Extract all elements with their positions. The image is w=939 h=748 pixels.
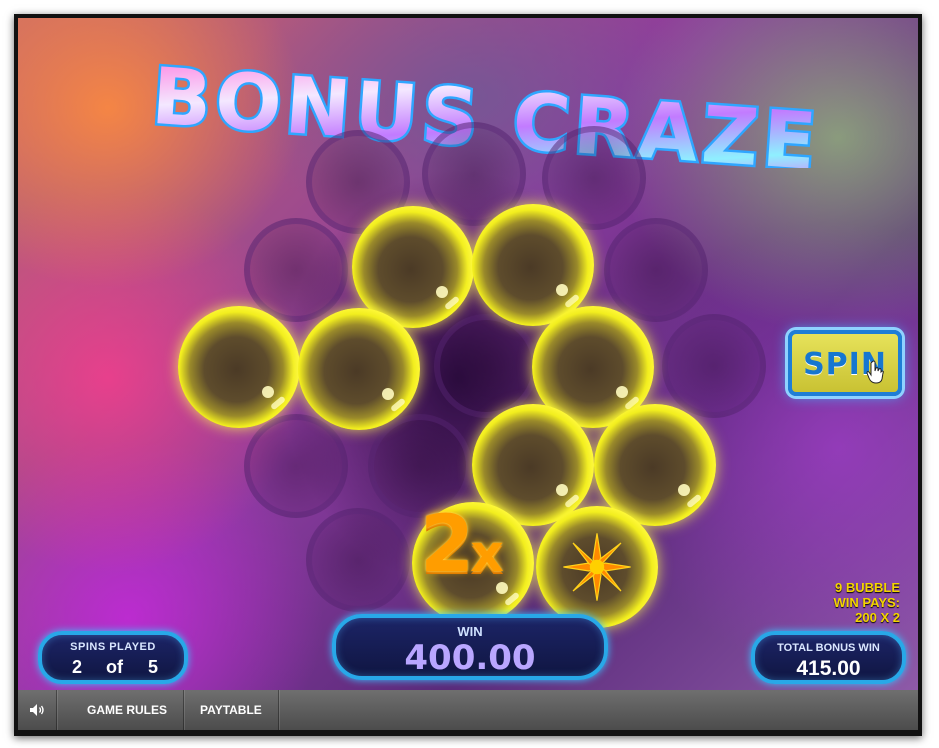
lit-bubble <box>298 308 420 430</box>
bottom-toolbar: GAME RULES PAYTABLE <box>18 690 918 730</box>
starburst-icon <box>563 533 631 601</box>
game-window: BONUS CRAZE 2x SPIN 9 BUBBLE WIN PAYS: 2… <box>14 14 922 736</box>
total-bonus-win-amount: 415.00 <box>796 657 861 680</box>
multiplier-label: 2x <box>420 506 504 584</box>
total-bonus-win-panel: TOTAL BONUS WIN 415.00 <box>751 631 906 684</box>
win-panel: WIN 400.00 <box>332 614 608 680</box>
unlit-bubble <box>434 314 538 418</box>
spins-played-total: 5 <box>148 657 159 677</box>
unlit-bubble <box>662 314 766 418</box>
win-amount: 400.00 <box>404 638 536 678</box>
pays-line-1: 9 BUBBLE <box>834 580 900 595</box>
pays-line-2: WIN PAYS: <box>833 595 900 610</box>
bubble-pays-info: 9 BUBBLE WIN PAYS: 200 X 2 <box>834 580 900 625</box>
win-caption: WIN <box>457 624 483 639</box>
spin-button[interactable]: SPIN <box>788 330 902 396</box>
unlit-bubble <box>306 508 410 612</box>
paytable-button[interactable]: PAYTABLE <box>184 690 279 730</box>
unlit-bubble <box>604 218 708 322</box>
spins-played-current: 2 <box>72 657 83 677</box>
spins-played-caption: SPINS PLAYED <box>70 641 156 653</box>
hand-cursor-icon <box>866 360 884 384</box>
pays-line-3: 200 X 2 <box>855 610 900 625</box>
unlit-bubble <box>244 414 348 518</box>
speaker-icon <box>30 704 44 716</box>
game-board: BONUS CRAZE 2x SPIN 9 BUBBLE WIN PAYS: 2… <box>18 18 918 690</box>
multiplier-symbol: x <box>470 524 503 584</box>
unlit-bubble <box>244 218 348 322</box>
game-rules-button[interactable]: GAME RULES <box>57 690 185 730</box>
multiplier-value: 2 <box>420 500 474 590</box>
sound-button[interactable] <box>18 690 57 730</box>
lit-bubble <box>178 306 300 428</box>
spins-played-of: of <box>106 657 123 677</box>
lit-bubble-starburst <box>536 506 658 628</box>
spins-played-panel: SPINS PLAYED 2 of 5 <box>38 631 188 684</box>
total-bonus-win-caption: TOTAL BONUS WIN <box>777 642 880 654</box>
